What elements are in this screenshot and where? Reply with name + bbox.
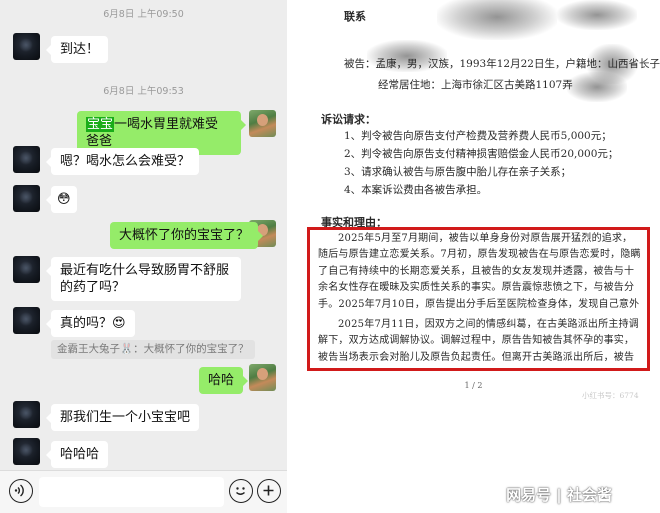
chat-panel: 6月8日 上午09:50 到达！ 6月8日 上午09:53 宝宝一喝水胃里就难受… — [0, 0, 287, 513]
defendant-residence: 经常居住地：上海市徐汇区古美路1107弄 — [378, 79, 573, 91]
avatar-self[interactable] — [249, 364, 276, 391]
page-number: 1 / 2 — [464, 381, 483, 390]
claims-heading: 诉讼请求： — [321, 113, 376, 126]
claim-item: 4、本案诉讼费由各被告承担。 — [344, 184, 488, 196]
redaction-blur — [437, 0, 557, 40]
avatar-contact[interactable] — [13, 401, 40, 428]
message-bubble-incoming[interactable]: 嗯？喝水怎么会难受？ — [45, 148, 200, 175]
message-bubble-outgoing[interactable]: 哈哈 — [199, 367, 249, 394]
message-bubble-incoming[interactable]: 真的吗？😍 — [46, 310, 135, 337]
defendant-line: 被告：孟康，男，汉族，1993年12月22日生，户籍地：山西省长子县 — [344, 58, 660, 70]
legal-document: 联系 被告：孟康，男，汉族，1993年12月22日生，户籍地：山西省长子县 经常… — [287, 0, 660, 513]
avatar-contact[interactable] — [13, 146, 40, 173]
voice-icon[interactable] — [9, 479, 33, 503]
highlighted-text: 宝宝 — [86, 117, 115, 132]
avatar-contact[interactable] — [13, 256, 40, 283]
timestamp: 6月8日 上午09:50 — [103, 9, 184, 20]
message-bubble-incoming[interactable]: 那我们生一个小宝宝吧 — [45, 404, 200, 431]
avatar-contact[interactable] — [13, 185, 40, 212]
avatar-contact[interactable] — [13, 307, 40, 334]
message-input[interactable] — [39, 477, 224, 507]
message-bubble-incoming[interactable]: 到达！ — [45, 36, 109, 63]
chat-input-bar — [0, 470, 287, 513]
avatar-contact[interactable] — [13, 33, 40, 60]
source-watermark: 网易号 | 社会酱 — [506, 486, 612, 504]
avatar-self[interactable] — [249, 110, 276, 137]
redaction-blur — [557, 0, 637, 30]
claim-item: 3、请求确认被告与原告腹中胎儿存在亲子关系； — [344, 166, 572, 178]
emoji-icon[interactable] — [229, 479, 253, 503]
message-bubble-incoming[interactable]: 最近有吃什么导致肠胃不舒服的药了吗？ — [46, 257, 241, 301]
highlight-box — [307, 227, 650, 371]
contact-label: 联系 — [344, 10, 366, 23]
message-bubble-outgoing[interactable]: 大概怀了你的宝宝了？ — [110, 222, 264, 249]
faint-watermark: 小红书号：6774 — [582, 391, 639, 400]
avatar-contact[interactable] — [13, 438, 40, 465]
message-bubble-incoming[interactable]: 😳 — [46, 186, 77, 213]
quoted-message[interactable]: 金霸王大兔子🐰：大概怀了你的宝宝了？ — [51, 340, 255, 359]
claim-item: 2、判令被告向原告支付精神损害赔偿金人民币20,000元； — [344, 148, 619, 160]
timestamp: 6月8日 上午09:53 — [103, 86, 184, 97]
plus-icon[interactable] — [257, 479, 281, 503]
message-bubble-incoming[interactable]: 哈哈哈 — [45, 441, 109, 468]
redaction-blur — [567, 72, 627, 102]
claim-item: 1、判令被告向原告支付产检费及营养费人民币5,000元； — [344, 130, 612, 142]
